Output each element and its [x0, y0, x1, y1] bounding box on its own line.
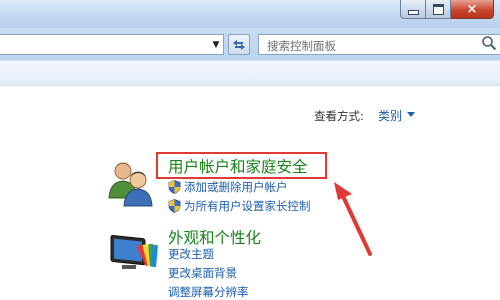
- link-change-theme[interactable]: 更改主题: [168, 246, 214, 262]
- annotation-arrow-icon: [334, 182, 372, 256]
- view-by-dropdown[interactable]: 类别: [378, 107, 402, 124]
- chevron-down-icon: ▼: [212, 39, 220, 50]
- close-icon: ×: [466, 1, 478, 17]
- link-parental-controls[interactable]: 为所有用户设置家长控制: [184, 198, 311, 214]
- close-button[interactable]: ×: [451, 0, 494, 19]
- refresh-icon: [233, 39, 245, 50]
- users-icon[interactable]: [106, 158, 158, 208]
- link-add-remove-accounts[interactable]: 添加或删除用户帐户: [184, 179, 288, 195]
- view-by-label: 查看方式:: [314, 109, 364, 123]
- shield-icon: [168, 199, 181, 213]
- window-title-bar: ×: [0, 0, 500, 28]
- minimize-button[interactable]: [400, 0, 426, 19]
- appearance-icon[interactable]: [108, 230, 158, 274]
- refresh-button[interactable]: [228, 34, 250, 55]
- highlight-box: [156, 152, 327, 179]
- search-placeholder: 搜索控制面板: [267, 39, 336, 53]
- view-by-chevron-icon[interactable]: [407, 112, 415, 117]
- shield-icon: [168, 180, 181, 194]
- maximize-button[interactable]: [426, 0, 451, 19]
- toolbar: [0, 60, 500, 86]
- maximize-icon: [432, 3, 444, 15]
- search-input[interactable]: 搜索控制面板: [258, 34, 500, 55]
- address-bar[interactable]: [0, 34, 224, 55]
- address-dropdown-button[interactable]: ▼: [209, 35, 223, 54]
- navigation-bar: ▼ 搜索控制面板: [0, 28, 500, 60]
- category-title-appearance[interactable]: 外观和个性化: [168, 226, 261, 248]
- link-adjust-resolution[interactable]: 调整屏幕分辨率: [168, 284, 249, 300]
- minimize-icon: [407, 10, 419, 15]
- search-icon[interactable]: [481, 35, 497, 51]
- window-controls: ×: [400, 0, 494, 20]
- link-change-desktop-background[interactable]: 更改桌面背景: [168, 265, 237, 281]
